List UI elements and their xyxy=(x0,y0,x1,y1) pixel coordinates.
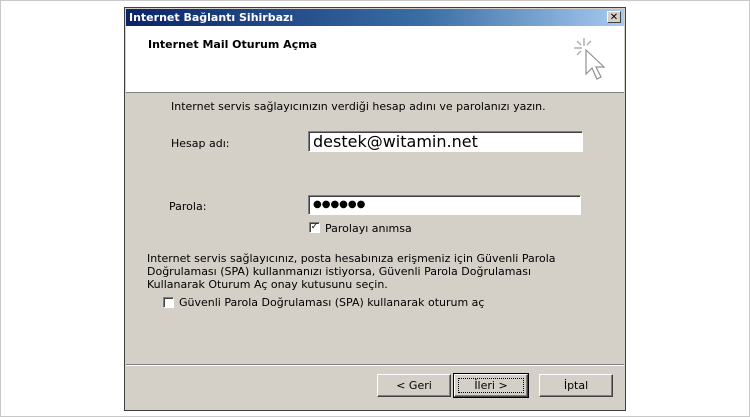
title-bar[interactable]: Internet Bağlantı Sihirbazı ✕ xyxy=(126,9,624,26)
remember-password-checkbox[interactable]: ✓ xyxy=(309,222,320,233)
spa-checkbox[interactable] xyxy=(163,297,174,308)
focus-rect xyxy=(458,378,524,393)
instruction-text: Internet servis sağlayıcınızın verdiği h… xyxy=(171,100,546,113)
spa-label: Güvenli Parola Doğrulaması (SPA) kullana… xyxy=(179,296,485,309)
footer-divider xyxy=(126,364,624,366)
password-value: ●●●●●● xyxy=(313,199,366,210)
wizard-header: Internet Mail Oturum Açma xyxy=(126,26,624,93)
account-name-input[interactable]: destek@witamin.net xyxy=(308,131,583,152)
password-input[interactable]: ●●●●●● xyxy=(308,195,581,215)
window-title: Internet Bağlantı Sihirbazı xyxy=(129,11,294,24)
account-name-value: destek@witamin.net xyxy=(313,132,478,151)
next-button[interactable]: İleri > xyxy=(453,373,529,398)
close-icon[interactable]: ✕ xyxy=(607,11,621,23)
wizard-dialog: Internet Bağlantı Sihirbazı ✕ Internet M… xyxy=(124,7,626,411)
back-button[interactable]: < Geri xyxy=(377,374,451,397)
password-label: Parola: xyxy=(169,200,207,213)
page-title: Internet Mail Oturum Açma xyxy=(148,38,318,51)
spa-description: Internet servis sağlayıcınız, posta hesa… xyxy=(147,252,556,291)
remember-password-label: Parolayı anımsa xyxy=(325,222,412,235)
account-label: Hesap adı: xyxy=(171,137,230,150)
cancel-button[interactable]: İptal xyxy=(539,374,613,397)
wizard-cursor-icon xyxy=(574,38,606,80)
